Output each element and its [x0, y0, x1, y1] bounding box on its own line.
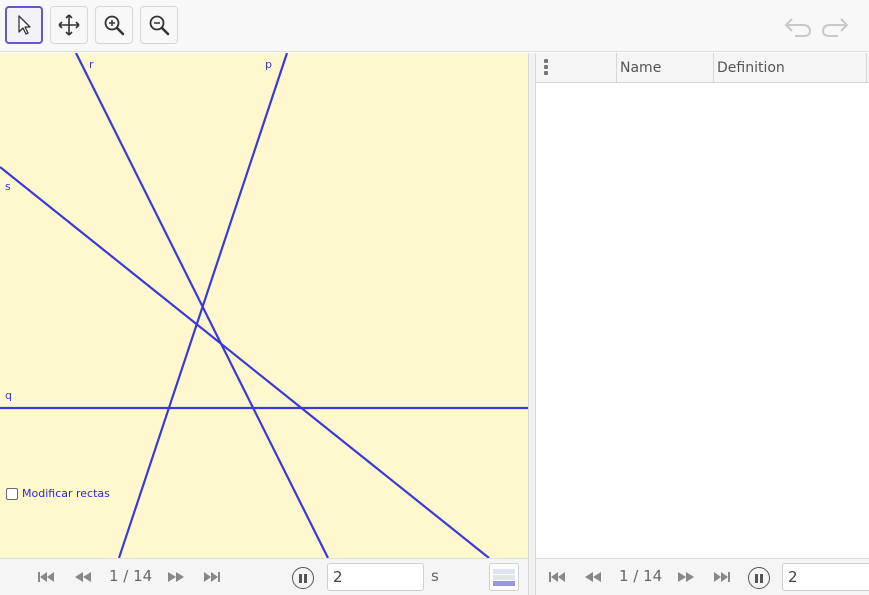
skip-to-end-icon: [204, 572, 220, 582]
pause-button-right[interactable]: [748, 567, 770, 589]
playback-bar-left: 1 / 14 s: [0, 558, 528, 595]
speed-unit: s: [431, 567, 439, 585]
speed-input[interactable]: [327, 563, 424, 591]
step-counter-right: 1 / 14: [619, 567, 663, 585]
column-header-definition[interactable]: Definition: [714, 53, 867, 83]
first-step-button[interactable]: [37, 570, 55, 584]
pause-button[interactable]: [292, 567, 314, 589]
playback-bar-right: 1 / 14: [536, 558, 869, 595]
line-p[interactable]: [117, 53, 289, 558]
toolbar: [0, 0, 869, 52]
line-label-q: q: [5, 389, 12, 402]
algebra-table-view: Name Definition: [536, 53, 869, 558]
graphics-canvas[interactable]: [0, 53, 528, 558]
graphics-view[interactable]: r p s q Modificar rectas: [0, 53, 528, 558]
speed-input-right[interactable]: [782, 563, 869, 591]
fast-forward-icon: [678, 572, 694, 582]
next-step-button[interactable]: [167, 570, 185, 584]
move-tool-button[interactable]: [5, 6, 43, 44]
view-splitter[interactable]: [528, 53, 536, 595]
previous-step-button[interactable]: [74, 570, 92, 584]
line-label-p: p: [265, 58, 272, 71]
arrow-cursor-icon: [18, 15, 31, 35]
zoom-in-icon: [104, 15, 125, 36]
fast-forward-icon: [168, 572, 184, 582]
zoom-in-button[interactable]: [95, 6, 133, 44]
move-graphics-view-button[interactable]: [50, 6, 88, 44]
last-step-button[interactable]: [203, 570, 221, 584]
step-counter: 1 / 14: [109, 567, 153, 585]
algebra-icon: [493, 569, 515, 586]
pause-icon: [299, 573, 302, 583]
line-label-r: r: [89, 58, 94, 71]
pause-icon: [755, 573, 758, 583]
checkbox-label[interactable]: Modificar rectas: [22, 487, 110, 500]
move-arrows-icon: [58, 14, 80, 36]
modificar-rectas-checkbox[interactable]: [6, 487, 18, 500]
skip-to-start-icon: [549, 572, 565, 582]
next-step-button-right[interactable]: [677, 570, 695, 584]
skip-to-end-icon: [714, 572, 730, 582]
previous-step-button-right[interactable]: [584, 570, 602, 584]
redo-icon: [821, 18, 849, 37]
modificar-rectas-checkbox-row[interactable]: Modificar rectas: [6, 487, 110, 500]
rewind-icon: [75, 572, 91, 582]
rewind-icon: [585, 572, 601, 582]
zoom-out-button[interactable]: [140, 6, 178, 44]
undo-button[interactable]: [783, 12, 813, 40]
column-header-name[interactable]: Name: [617, 53, 714, 83]
algebra-input-button[interactable]: [489, 563, 519, 591]
skip-to-start-icon: [38, 572, 54, 582]
table-header: Name Definition: [536, 53, 869, 83]
line-label-s: s: [5, 180, 11, 193]
redo-button[interactable]: [820, 12, 850, 40]
last-step-button-right[interactable]: [713, 570, 731, 584]
first-step-button-right[interactable]: [548, 570, 566, 584]
undo-icon: [784, 18, 812, 37]
header-spacer: [536, 53, 617, 83]
zoom-out-icon: [149, 15, 170, 36]
